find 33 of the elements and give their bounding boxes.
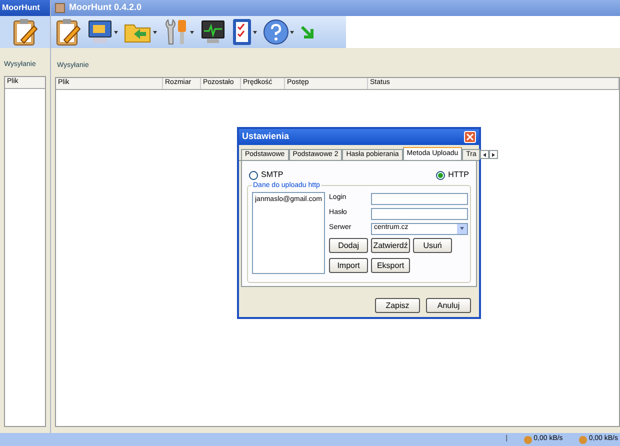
monitor-folder-icon[interactable] [87, 19, 113, 45]
scroll-left-icon[interactable] [480, 150, 490, 159]
clipboard-pencil-icon[interactable] [12, 18, 38, 46]
chevron-down-icon[interactable] [457, 224, 468, 234]
dropdown-caret-icon[interactable] [253, 30, 257, 34]
dropdown-caret-icon[interactable] [190, 30, 194, 34]
dropdown-caret-icon[interactable] [290, 30, 294, 34]
clipboard-pencil-icon[interactable] [55, 18, 81, 46]
close-icon[interactable] [464, 131, 476, 143]
dialog-button[interactable]: Anuluj [426, 298, 471, 313]
dropdown-caret-icon[interactable] [153, 30, 157, 34]
dialog-button[interactable]: Zatwierdź [371, 238, 410, 253]
input-field[interactable] [371, 192, 468, 204]
scroll-right-icon[interactable] [489, 150, 498, 159]
monitor-graph-icon[interactable] [200, 19, 226, 45]
radio-button[interactable] [436, 170, 446, 180]
dialog-button[interactable]: Dodaj [329, 238, 368, 253]
dialog-button[interactable]: Zapisz [375, 298, 420, 313]
dialog-title: Ustawienia [242, 130, 290, 144]
dialog-button[interactable]: Import [329, 258, 368, 273]
window-title: MoorHunt [2, 2, 40, 14]
radio-button[interactable] [249, 170, 258, 180]
checklist-icon[interactable] [232, 18, 252, 46]
input-field[interactable] [371, 208, 468, 220]
wrench-screwdriver-icon[interactable] [163, 18, 189, 46]
radio-label: HTTP [448, 169, 469, 181]
app-icon [55, 3, 65, 13]
dropdown-caret-icon[interactable] [114, 30, 118, 34]
help-icon[interactable] [263, 19, 289, 45]
dialog-button[interactable]: Usuń [413, 238, 452, 253]
radio-label: SMTP [261, 169, 284, 181]
window-title: MoorHunt 0.4.2.0 [69, 1, 142, 14]
dialog-button[interactable]: Eksport [371, 258, 410, 273]
